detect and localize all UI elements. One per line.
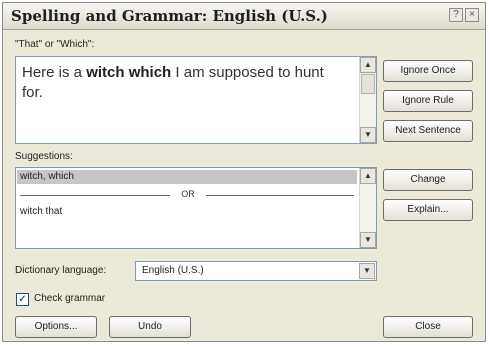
options-button[interactable]: Options... bbox=[15, 316, 97, 338]
suggestion-item-selected[interactable]: witch, which bbox=[17, 170, 357, 184]
dictionary-language-label: Dictionary language: bbox=[15, 265, 107, 276]
sentence-textbox[interactable]: Here is a witch which I am supposed to h… bbox=[15, 56, 377, 144]
or-text: OR bbox=[181, 189, 195, 199]
scroll-down-icon[interactable]: ▼ bbox=[360, 127, 376, 143]
sentence-error-words: witch which bbox=[86, 64, 172, 81]
suggestions-scrollbar[interactable]: ▲ ▼ bbox=[359, 168, 376, 248]
help-icon[interactable]: ? bbox=[449, 8, 463, 22]
issue-label: "That" or "Which": bbox=[15, 39, 95, 50]
separator-line-right bbox=[206, 195, 354, 196]
ignore-once-button[interactable]: Ignore Once bbox=[383, 60, 473, 82]
separator-line-left bbox=[20, 195, 170, 196]
suggestions-label: Suggestions: bbox=[15, 151, 73, 162]
title-bar: Spelling and Grammar: English (U.S.) ? × bbox=[3, 3, 485, 30]
scroll-up-icon[interactable]: ▲ bbox=[360, 168, 376, 184]
scroll-thumb[interactable] bbox=[361, 74, 375, 94]
dictionary-language-select[interactable]: English (U.S.) ▼ bbox=[135, 261, 377, 281]
dictionary-language-value: English (U.S.) bbox=[142, 265, 204, 276]
ignore-rule-button[interactable]: Ignore Rule bbox=[383, 90, 473, 112]
sentence-scrollbar[interactable]: ▲ ▼ bbox=[359, 57, 376, 143]
chevron-down-icon[interactable]: ▼ bbox=[359, 263, 375, 279]
spelling-grammar-dialog: Spelling and Grammar: English (U.S.) ? ×… bbox=[2, 2, 486, 342]
check-grammar-label: Check grammar bbox=[34, 293, 106, 304]
scroll-down-icon[interactable]: ▼ bbox=[360, 232, 376, 248]
scroll-up-icon[interactable]: ▲ bbox=[360, 57, 376, 73]
sentence-before: Here is a bbox=[22, 64, 87, 81]
check-grammar-checkbox[interactable]: ✓ bbox=[16, 293, 29, 306]
suggestions-list[interactable]: witch, which OR witch that ▲ ▼ bbox=[15, 167, 377, 249]
suggestion-item[interactable]: witch that bbox=[20, 206, 62, 217]
undo-button[interactable]: Undo bbox=[109, 316, 191, 338]
explain-button[interactable]: Explain... bbox=[383, 199, 473, 221]
close-icon[interactable]: × bbox=[465, 8, 479, 22]
or-separator: OR bbox=[20, 189, 354, 200]
dialog-title: Spelling and Grammar: English (U.S.) bbox=[11, 7, 328, 25]
sentence-text: Here is a witch which I am supposed to h… bbox=[22, 63, 342, 103]
next-sentence-button[interactable]: Next Sentence bbox=[383, 120, 473, 142]
close-button[interactable]: Close bbox=[383, 316, 473, 338]
change-button[interactable]: Change bbox=[383, 169, 473, 191]
